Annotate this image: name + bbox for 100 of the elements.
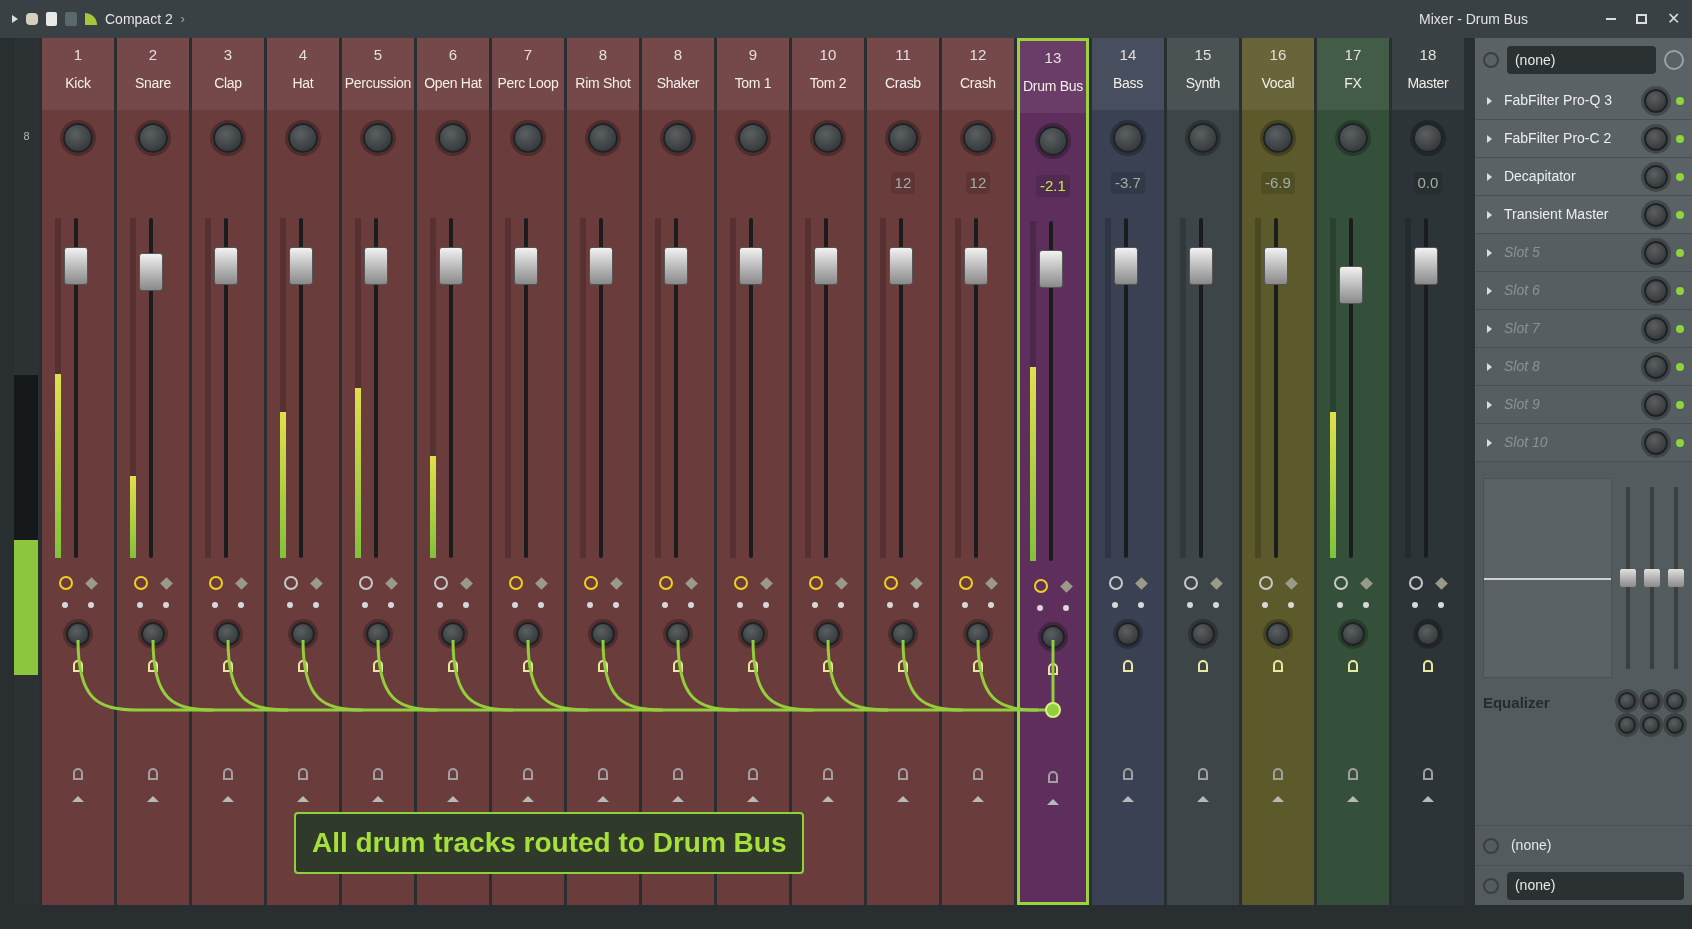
eq-band-thumb[interactable]: [1644, 569, 1660, 587]
expand-icon[interactable]: [1486, 324, 1492, 333]
mixer-strip[interactable]: 12 Crash 12: [941, 38, 1014, 806]
mixer-strip[interactable]: 14 Bass -3.7: [1091, 38, 1164, 806]
power-icon[interactable]: [359, 576, 374, 590]
insert-icon[interactable]: [1122, 768, 1133, 780]
insert-icon[interactable]: [297, 768, 308, 780]
insert-icon[interactable]: [222, 768, 233, 780]
mixer-strip[interactable]: 18 Master 0.0: [1391, 38, 1464, 806]
pan-knob[interactable]: [140, 622, 165, 646]
expand-icon[interactable]: [1486, 286, 1492, 295]
eq-band-thumb[interactable]: [1620, 569, 1636, 587]
power-icon[interactable]: [1109, 576, 1124, 590]
mix-knob[interactable]: [1644, 354, 1668, 379]
power-icon[interactable]: [1184, 576, 1199, 590]
send-icon[interactable]: [1197, 660, 1208, 672]
send-icon[interactable]: [822, 660, 833, 672]
send-icon[interactable]: [1422, 660, 1433, 672]
send-icon[interactable]: [1272, 660, 1283, 672]
maximize-icon[interactable]: [1636, 14, 1647, 24]
close-icon[interactable]: ✕: [1667, 11, 1680, 27]
pan-knob[interactable]: [1040, 625, 1065, 649]
enabled-led[interactable]: [1676, 248, 1684, 257]
pan-knob[interactable]: [440, 622, 465, 646]
pan-knob[interactable]: [740, 622, 765, 646]
mix-knob[interactable]: [1644, 240, 1668, 265]
mixer-strip[interactable]: 11 Crasb 12: [866, 38, 939, 806]
pan-knob[interactable]: [815, 622, 840, 646]
mixer-strip[interactable]: 1 Kick: [41, 38, 114, 806]
fader-thumb[interactable]: [288, 246, 313, 285]
pan-knob[interactable]: [290, 622, 315, 646]
mixer-strip[interactable]: 6 Open Hat: [416, 38, 489, 806]
output-select[interactable]: (none): [1510, 835, 1684, 856]
mix-knob[interactable]: [1644, 88, 1668, 113]
mixer-strip[interactable]: 2 Snare: [116, 38, 189, 806]
insert-icon[interactable]: [147, 768, 158, 780]
power-icon[interactable]: [59, 576, 74, 590]
output-dropdown[interactable]: (none): [1506, 871, 1684, 900]
insert-icon[interactable]: [822, 768, 833, 780]
send-icon[interactable]: [747, 660, 758, 672]
pan-knob[interactable]: [215, 622, 240, 646]
send-icon[interactable]: [972, 660, 983, 672]
fader-thumb[interactable]: [513, 246, 538, 285]
fader-thumb[interactable]: [588, 246, 613, 285]
fader-thumb[interactable]: [813, 246, 838, 285]
mixer-strip[interactable]: 13 Drum Bus -2.1: [1016, 38, 1089, 806]
mixer-strip[interactable]: 3 Clap: [191, 38, 264, 806]
fader-thumb[interactable]: [738, 246, 763, 285]
fader-thumb[interactable]: [363, 246, 388, 285]
preset-name[interactable]: Compact 2: [105, 8, 173, 30]
power-icon[interactable]: [1334, 576, 1349, 590]
power-icon[interactable]: [1409, 576, 1424, 590]
fader-thumb[interactable]: [138, 253, 163, 292]
power-icon[interactable]: [209, 576, 224, 590]
mix-knob[interactable]: [1644, 202, 1668, 227]
power-icon[interactable]: [809, 576, 824, 590]
enabled-led[interactable]: [1676, 210, 1684, 219]
insert-icon[interactable]: [597, 768, 608, 780]
enabled-led[interactable]: [1676, 324, 1684, 333]
enabled-led[interactable]: [1676, 96, 1684, 105]
mix-knob[interactable]: [1644, 126, 1668, 151]
mix-knob[interactable]: [1644, 316, 1668, 341]
send-icon[interactable]: [1122, 660, 1133, 672]
fader-thumb[interactable]: [213, 246, 238, 285]
power-icon[interactable]: [134, 576, 149, 590]
fader-thumb[interactable]: [1263, 246, 1288, 285]
play-icon[interactable]: [12, 15, 18, 23]
power-icon[interactable]: [884, 576, 899, 590]
insert-icon[interactable]: [372, 768, 383, 780]
fader-thumb[interactable]: [663, 246, 688, 285]
pan-knob[interactable]: [590, 622, 615, 646]
power-icon[interactable]: [659, 576, 674, 590]
send-icon[interactable]: [522, 660, 533, 672]
mixer-strip[interactable]: 8 Shaker: [641, 38, 714, 806]
power-icon[interactable]: [584, 576, 599, 590]
enabled-led[interactable]: [1676, 400, 1684, 409]
chevron-icon[interactable]: ›: [180, 10, 185, 28]
send-icon[interactable]: [672, 660, 683, 672]
fader-thumb[interactable]: [1413, 246, 1438, 285]
power-icon[interactable]: [734, 576, 749, 590]
fader-thumb[interactable]: [1188, 246, 1213, 285]
mixer-strip[interactable]: 15 Synth: [1166, 38, 1239, 806]
pan-knob[interactable]: [665, 622, 690, 646]
expand-icon[interactable]: [1486, 248, 1492, 257]
pan-knob[interactable]: [515, 622, 540, 646]
fader-thumb[interactable]: [438, 246, 463, 285]
insert-icon[interactable]: [447, 768, 458, 780]
send-icon[interactable]: [1347, 660, 1358, 672]
insert-icon[interactable]: [747, 768, 758, 780]
insert-icon[interactable]: [1347, 768, 1358, 780]
mixer-strip[interactable]: 17 FX: [1316, 38, 1389, 806]
expand-icon[interactable]: [1486, 362, 1492, 371]
enabled-led[interactable]: [1676, 172, 1684, 181]
enabled-led[interactable]: [1676, 362, 1684, 371]
mixer-strip[interactable]: 8 Rim Shot: [566, 38, 639, 806]
pan-knob[interactable]: [65, 622, 90, 646]
enabled-led[interactable]: [1676, 438, 1684, 447]
send-icon[interactable]: [147, 660, 158, 672]
expand-icon[interactable]: [1486, 400, 1492, 409]
pan-knob[interactable]: [890, 622, 915, 646]
